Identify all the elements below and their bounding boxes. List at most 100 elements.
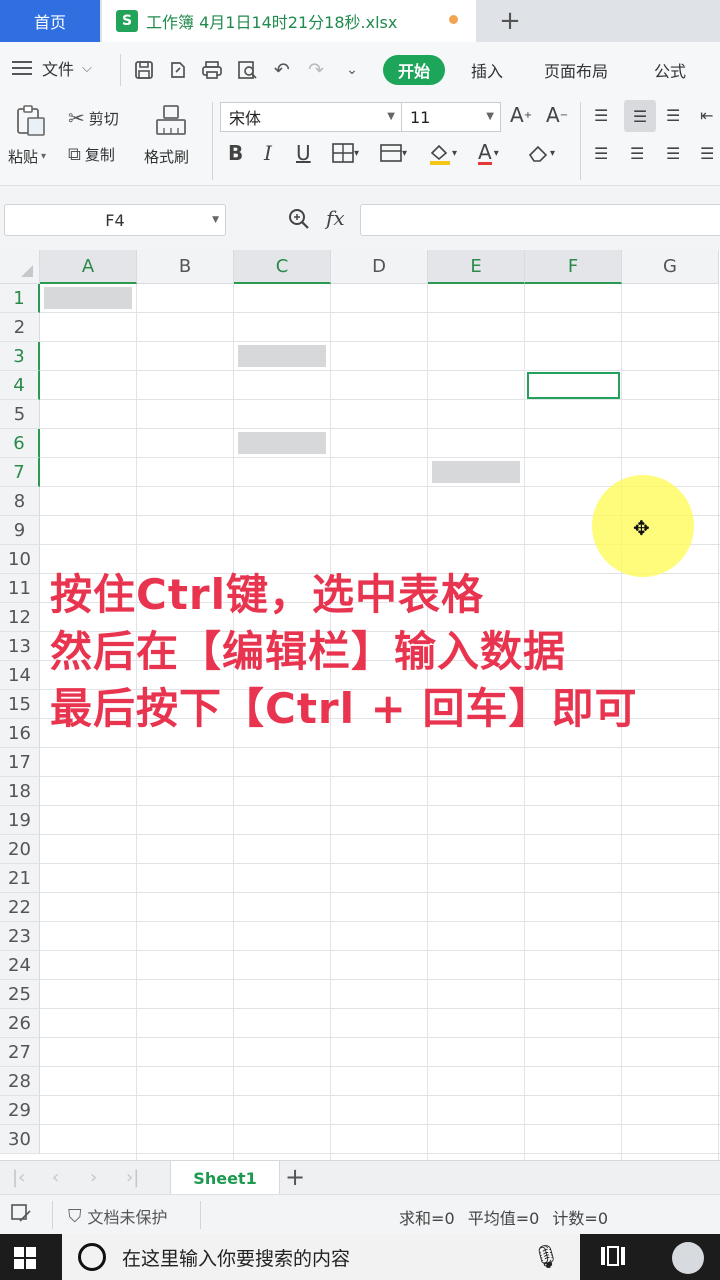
row-header-7[interactable]: 7 xyxy=(0,458,40,487)
export-icon[interactable] xyxy=(166,58,190,82)
selected-cell-e7[interactable] xyxy=(432,461,520,483)
tab-formulas[interactable]: 公式 xyxy=(654,55,686,85)
row-header-16[interactable]: 16 xyxy=(0,719,40,748)
row-header-23[interactable]: 23 xyxy=(0,922,40,951)
row-header-28[interactable]: 28 xyxy=(0,1067,40,1096)
quick-access-more-icon[interactable]: ⌄ xyxy=(340,58,364,82)
taskbar-search[interactable]: 在这里输入你要搜索的内容 🎙 xyxy=(62,1234,580,1280)
row-header-29[interactable]: 29 xyxy=(0,1096,40,1125)
row-header-8[interactable]: 8 xyxy=(0,487,40,516)
row-header-17[interactable]: 17 xyxy=(0,748,40,777)
bold-icon[interactable]: B xyxy=(228,140,243,166)
column-header-b[interactable]: B xyxy=(137,250,234,284)
decrease-font-icon[interactable]: A − xyxy=(546,102,568,128)
row-header-11[interactable]: 11 xyxy=(0,574,40,603)
print-preview-icon[interactable] xyxy=(236,58,260,82)
first-sheet-icon[interactable]: |‹ xyxy=(12,1167,25,1188)
column-header-f[interactable]: F xyxy=(525,250,622,284)
format-painter-icon[interactable] xyxy=(154,104,188,142)
font-name-select[interactable]: 宋体 ▼ xyxy=(220,102,402,132)
row-header-15[interactable]: 15 xyxy=(0,690,40,719)
active-cell[interactable] xyxy=(527,372,620,399)
align-bottom-icon[interactable]: ☰ xyxy=(666,102,680,128)
row-header-21[interactable]: 21 xyxy=(0,864,40,893)
align-top-icon[interactable]: ☰ xyxy=(594,102,608,128)
italic-icon[interactable]: I xyxy=(264,140,272,166)
copy-button[interactable]: ⧉ 复制 xyxy=(68,144,115,165)
row-header-19[interactable]: 19 xyxy=(0,806,40,835)
paste-button[interactable]: 粘贴 ▾ xyxy=(8,146,46,167)
zoom-search-icon[interactable] xyxy=(288,208,310,235)
tab-document[interactable]: S 工作簿 4月1日14时21分18秒.xlsx xyxy=(102,0,476,42)
row-header-22[interactable]: 22 xyxy=(0,893,40,922)
underline-icon[interactable]: U xyxy=(296,140,311,166)
selected-cell-c6[interactable] xyxy=(238,432,326,454)
justify-icon[interactable]: ☰ xyxy=(700,140,714,166)
align-right-icon[interactable]: ☰ xyxy=(666,140,680,166)
column-header-a[interactable]: A xyxy=(40,250,137,284)
last-sheet-icon[interactable]: ›| xyxy=(126,1167,139,1188)
row-header-25[interactable]: 25 xyxy=(0,980,40,1009)
clear-format-icon[interactable]: ▾ xyxy=(526,140,555,166)
tab-home-ribbon[interactable]: 开始 xyxy=(383,55,446,85)
prev-sheet-icon[interactable]: ‹ xyxy=(52,1167,59,1188)
align-middle-icon[interactable]: ☰ xyxy=(624,100,656,132)
row-header-14[interactable]: 14 xyxy=(0,661,40,690)
align-left-icon[interactable]: ☰ xyxy=(594,140,608,166)
redo-icon[interactable]: ↷ xyxy=(304,58,328,82)
new-tab-button[interactable]: + xyxy=(492,6,528,36)
sheet-tab[interactable]: Sheet1 xyxy=(170,1161,280,1195)
tab-page-layout[interactable]: 页面布局 xyxy=(544,55,608,85)
print-icon[interactable] xyxy=(200,58,224,82)
format-painter-button[interactable]: 格式刷 xyxy=(144,146,189,167)
align-center-icon[interactable]: ☰ xyxy=(630,140,644,166)
row-header-20[interactable]: 20 xyxy=(0,835,40,864)
row-header-24[interactable]: 24 xyxy=(0,951,40,980)
paste-icon[interactable] xyxy=(14,104,48,142)
name-box[interactable]: F4 ▼ xyxy=(4,204,226,236)
file-menu[interactable]: 文件 ⌵ xyxy=(12,56,92,80)
cell-mode-icon[interactable] xyxy=(10,1203,32,1228)
protection-status[interactable]: ⛉ 文档未保护 xyxy=(68,1204,168,1228)
row-header-18[interactable]: 18 xyxy=(0,777,40,806)
column-header-g[interactable]: G xyxy=(622,250,719,284)
column-header-c[interactable]: C xyxy=(234,250,331,284)
windows-start-icon[interactable] xyxy=(14,1247,36,1269)
tab-insert[interactable]: 插入 xyxy=(471,55,503,85)
borders-icon[interactable]: ▾ xyxy=(332,140,359,166)
selected-cell-c3[interactable] xyxy=(238,345,326,367)
fill-color-icon[interactable]: ▾ xyxy=(428,140,457,166)
next-sheet-icon[interactable]: › xyxy=(90,1167,97,1188)
row-header-4[interactable]: 4 xyxy=(0,371,40,400)
add-sheet-button[interactable]: + xyxy=(282,1162,308,1192)
row-header-1[interactable]: 1 xyxy=(0,284,40,313)
row-header-9[interactable]: 9 xyxy=(0,516,40,545)
column-header-d[interactable]: D xyxy=(331,250,428,284)
row-header-2[interactable]: 2 xyxy=(0,313,40,342)
indent-icon[interactable]: ⇤ xyxy=(700,102,713,128)
cut-button[interactable]: ✂ 剪切 xyxy=(68,106,119,130)
row-header-6[interactable]: 6 xyxy=(0,429,40,458)
row-header-27[interactable]: 27 xyxy=(0,1038,40,1067)
microphone-icon[interactable]: 🎙 xyxy=(532,1245,560,1270)
column-header-e[interactable]: E xyxy=(428,250,525,284)
row-header-13[interactable]: 13 xyxy=(0,632,40,661)
save-icon[interactable] xyxy=(132,58,156,82)
font-size-select[interactable]: 11 ▼ xyxy=(401,102,501,132)
increase-font-icon[interactable]: A + xyxy=(510,102,532,128)
selected-cell-a1[interactable] xyxy=(44,287,132,309)
formula-input[interactable] xyxy=(360,204,720,236)
task-view-icon[interactable] xyxy=(600,1244,626,1274)
row-header-26[interactable]: 26 xyxy=(0,1009,40,1038)
select-all-corner[interactable] xyxy=(0,250,40,284)
cell-style-icon[interactable]: ▾ xyxy=(380,140,407,166)
row-header-12[interactable]: 12 xyxy=(0,603,40,632)
row-header-5[interactable]: 5 xyxy=(0,400,40,429)
row-header-10[interactable]: 10 xyxy=(0,545,40,574)
row-header-30[interactable]: 30 xyxy=(0,1125,40,1154)
undo-icon[interactable]: ↶ xyxy=(270,58,294,82)
row-header-3[interactable]: 3 xyxy=(0,342,40,371)
insert-function-button[interactable]: fx xyxy=(326,206,345,230)
wps-app-icon[interactable] xyxy=(672,1242,704,1274)
font-color-icon[interactable]: A ▾ xyxy=(478,140,499,166)
